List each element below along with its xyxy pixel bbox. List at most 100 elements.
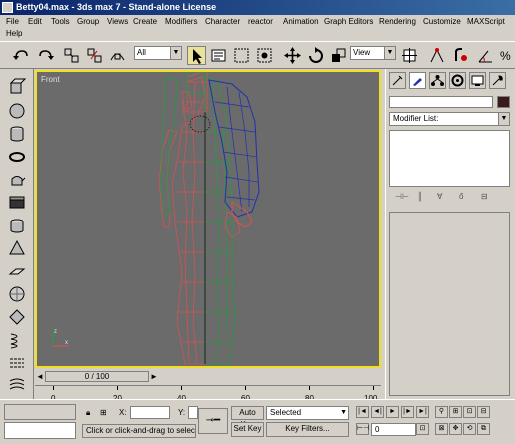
snaps-toggle-icon[interactable] [452,46,471,65]
menu-tools[interactable]: Tools [51,17,70,26]
pivot-center-icon[interactable] [400,46,419,65]
select-link-icon[interactable] [62,46,81,65]
menu-rendering[interactable]: Rendering [379,17,416,26]
menu-create[interactable]: Create [133,17,157,26]
create-box-icon[interactable] [8,77,26,95]
remove-modifier-icon[interactable]: ő [459,192,463,201]
next-frame-icon[interactable]: |► [401,406,414,418]
maximize-viewport-icon[interactable]: ⧉ [477,423,490,435]
set-key-button[interactable]: Set Key [231,422,264,437]
show-end-result-icon[interactable]: ║ [417,192,423,201]
time-configuration-icon[interactable]: ⊡ [416,423,429,435]
absolute-mode-icon[interactable]: ⊞ [100,408,107,417]
create-hedra-icon[interactable] [8,308,26,326]
menu-file[interactable]: File [6,17,19,26]
time-slider[interactable]: 0 / 100 [45,371,149,382]
select-manipulate-icon[interactable] [428,46,447,65]
make-unique-icon[interactable]: ∀ [437,192,442,201]
key-filters-button[interactable]: Key Filters... [266,422,349,437]
auto-key-button[interactable]: Auto Key [231,406,264,429]
create-cone-icon[interactable] [8,194,26,212]
default-key-icon[interactable]: ⊸━ [198,408,228,434]
undo-icon[interactable] [12,46,31,65]
menu-views[interactable]: Views [107,17,128,26]
create-helix-icon[interactable] [8,331,26,349]
y-coordinate-field[interactable] [188,406,198,419]
rotate-icon[interactable] [306,46,325,65]
region-zoom-icon[interactable]: ⊠ [435,423,448,435]
rectangular-selection-icon[interactable] [232,46,251,65]
menu-graph-editors[interactable]: Graph Editors [324,17,373,26]
selection-filter-value: All [137,48,146,57]
slider-next-icon[interactable]: ► [150,372,158,381]
axis-tripod: z x [51,326,71,348]
window-crossing-icon[interactable] [255,46,274,65]
reference-coordinate-value: View [353,48,371,57]
percent-snap-icon[interactable]: % [497,46,515,65]
menu-modifiers[interactable]: Modifiers [165,17,197,26]
go-to-start-icon[interactable]: |◄ [356,406,369,418]
chevron-down-icon: ▼ [498,113,509,125]
zoom-extents-icon[interactable]: ⊡ [463,406,476,418]
create-hose-icon[interactable] [8,376,26,394]
create-plane-icon[interactable] [8,262,26,280]
menu-animation[interactable]: Animation [283,17,319,26]
scale-icon[interactable] [329,46,348,65]
go-to-end-icon[interactable]: ►| [416,406,429,418]
motion-tab-icon[interactable] [449,72,466,89]
modifier-list-dropdown[interactable]: Modifier List: ▼ [389,112,510,126]
previous-frame-icon[interactable]: ◄| [371,406,384,418]
modifier-stack[interactable] [389,130,510,187]
arc-rotate-icon[interactable]: ⟲ [463,423,476,435]
play-icon[interactable]: ► [386,406,399,418]
zoom-all-icon[interactable]: ⊞ [449,406,462,418]
menu-group[interactable]: Group [77,17,99,26]
maxscript-listener[interactable] [4,404,76,420]
hierarchy-tab-icon[interactable] [429,72,446,89]
display-tab-icon[interactable] [469,72,486,89]
object-name-field[interactable] [389,96,493,108]
create-torus-icon[interactable] [8,148,26,166]
create-tab-icon[interactable] [389,72,406,89]
lock-selection-icon[interactable]: 🔒︎ [86,408,90,418]
create-tube-icon[interactable] [8,217,26,235]
modify-tab-icon[interactable] [409,72,426,89]
selection-filter-dropdown[interactable]: All ▼ [134,46,182,60]
menu-help[interactable]: Help [6,29,22,38]
front-viewport[interactable]: Front z x [35,70,381,368]
select-object-icon[interactable] [187,46,206,65]
bind-space-warp-icon[interactable] [108,46,127,65]
utilities-tab-icon[interactable] [489,72,506,89]
create-teapot-icon[interactable] [8,171,26,189]
create-geosphere-icon[interactable] [8,285,26,303]
menu-character[interactable]: Character [205,17,240,26]
menu-reactor[interactable]: reactor [248,17,273,26]
maxscript-mini-listener[interactable] [4,422,76,439]
zoom-icon[interactable]: ⚲ [435,406,448,418]
app-icon[interactable] [2,2,13,13]
unlink-icon[interactable] [85,46,104,65]
key-mode-toggle-icon[interactable]: ⊢⊣ [356,423,369,435]
angle-snap-icon[interactable] [476,46,495,65]
create-particles-icon[interactable] [8,354,26,372]
select-by-name-icon[interactable] [209,46,228,65]
x-coordinate-field[interactable] [130,406,170,419]
move-icon[interactable] [283,46,302,65]
slider-prev-icon[interactable]: ◄ [36,372,44,381]
menu-edit[interactable]: Edit [28,17,42,26]
pan-view-icon[interactable]: ✥ [449,423,462,435]
redo-icon[interactable] [36,46,55,65]
menu-maxscript[interactable]: MAXScript [467,17,505,26]
configure-sets-icon[interactable]: ⊟ [481,192,488,201]
create-cylinder-icon[interactable] [8,125,26,143]
menu-customize[interactable]: Customize [423,17,461,26]
create-pyramid-icon[interactable] [8,239,26,257]
key-mode-dropdown[interactable]: Selected ▼ [266,406,349,420]
time-slider-track[interactable]: ◄ 0 / 100 ► [35,369,381,385]
zoom-extents-all-icon[interactable]: ⊟ [477,406,490,418]
object-color-swatch[interactable] [497,96,510,108]
pin-stack-icon[interactable]: ⊣⊢ [395,192,409,201]
create-sphere-icon[interactable] [8,102,26,120]
current-frame-field[interactable]: 0 [371,423,416,436]
reference-coordinate-dropdown[interactable]: View ▼ [350,46,396,60]
